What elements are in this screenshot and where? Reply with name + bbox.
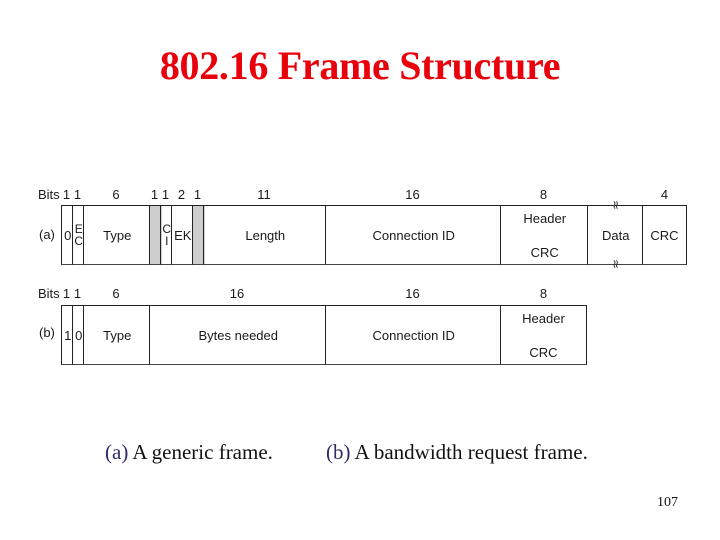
- caption-a-text: A generic frame.: [128, 440, 273, 464]
- bit-width-reserved: 1: [150, 187, 159, 202]
- field-label: Data: [602, 227, 630, 243]
- field-data: Data: [587, 205, 644, 265]
- caption-b: (b) A bandwidth request frame.: [326, 440, 588, 465]
- bit-width-type: 6: [112, 187, 120, 202]
- frame-b-label: (b): [39, 325, 55, 340]
- bit-width-header-crc: 8: [539, 286, 548, 301]
- bit-width-0: 1: [73, 286, 82, 301]
- field-label: Length: [245, 227, 286, 243]
- field-label: Connection ID: [372, 327, 455, 343]
- slide-title: 802.16 Frame Structure: [159, 43, 561, 88]
- bit-width-header-crc: 8: [539, 187, 548, 202]
- bits-label-a: Bits: [38, 187, 60, 202]
- frame-a-label: (a): [39, 227, 55, 242]
- field-connection-id: Connection ID: [325, 205, 502, 265]
- bit-width-connection-id: 16: [405, 187, 420, 202]
- field-label: Bytes needed: [198, 327, 278, 343]
- field-type: Type: [83, 305, 151, 365]
- field-label: EK: [174, 227, 192, 243]
- page-number: 107: [657, 495, 678, 510]
- caption-a: (a) A generic frame.: [105, 440, 273, 465]
- field-label-part: I: [165, 234, 169, 248]
- break-squiggle-bottom: ≈: [609, 258, 624, 270]
- caption-b-text: A bandwidth request frame.: [350, 440, 588, 464]
- field-header-crc: Header CRC: [500, 205, 589, 265]
- field-type: Type: [83, 205, 151, 265]
- field-connection-id: Connection ID: [325, 305, 502, 365]
- bit-width-bytes-needed: 16: [229, 286, 245, 301]
- bit-width-ek: 2: [177, 187, 186, 202]
- bit-width-reserved: 1: [193, 187, 202, 202]
- field-bytes-needed: Bytes needed: [149, 305, 327, 365]
- field-header-crc: Header CRC: [500, 305, 587, 365]
- bit-width-ec: 1: [73, 187, 82, 202]
- break-squiggle-top: ≈: [609, 199, 624, 211]
- field-crc: CRC: [642, 205, 687, 265]
- field-label-part: Header: [523, 210, 567, 226]
- field-label: 0: [75, 327, 83, 343]
- field-label: 1: [64, 327, 72, 343]
- bit-width-type: 6: [112, 286, 120, 301]
- field-label-part: CRC: [530, 244, 559, 260]
- field-label-part: C: [74, 234, 84, 248]
- field-label: Type: [103, 227, 132, 243]
- bit-width-connection-id: 16: [405, 286, 420, 301]
- field-label-part: Header: [522, 310, 565, 326]
- field-length: Length: [203, 205, 327, 265]
- caption-a-tag: (a): [105, 440, 129, 464]
- caption-b-tag: (b): [326, 440, 351, 464]
- bit-width-1: 1: [62, 286, 71, 301]
- bit-width-length: 11: [257, 187, 271, 202]
- bits-label-b: Bits: [38, 286, 60, 301]
- bit-width-crc: 4: [660, 187, 669, 202]
- field-label: CRC: [650, 227, 679, 243]
- bit-width-0: 1: [62, 187, 71, 202]
- field-ek: EK: [171, 205, 194, 265]
- bit-width-ci: 1: [161, 187, 170, 202]
- field-label: Connection ID: [372, 227, 455, 243]
- field-label: 0: [64, 227, 72, 243]
- field-label-part: CRC: [529, 344, 558, 360]
- field-label: Type: [103, 327, 132, 343]
